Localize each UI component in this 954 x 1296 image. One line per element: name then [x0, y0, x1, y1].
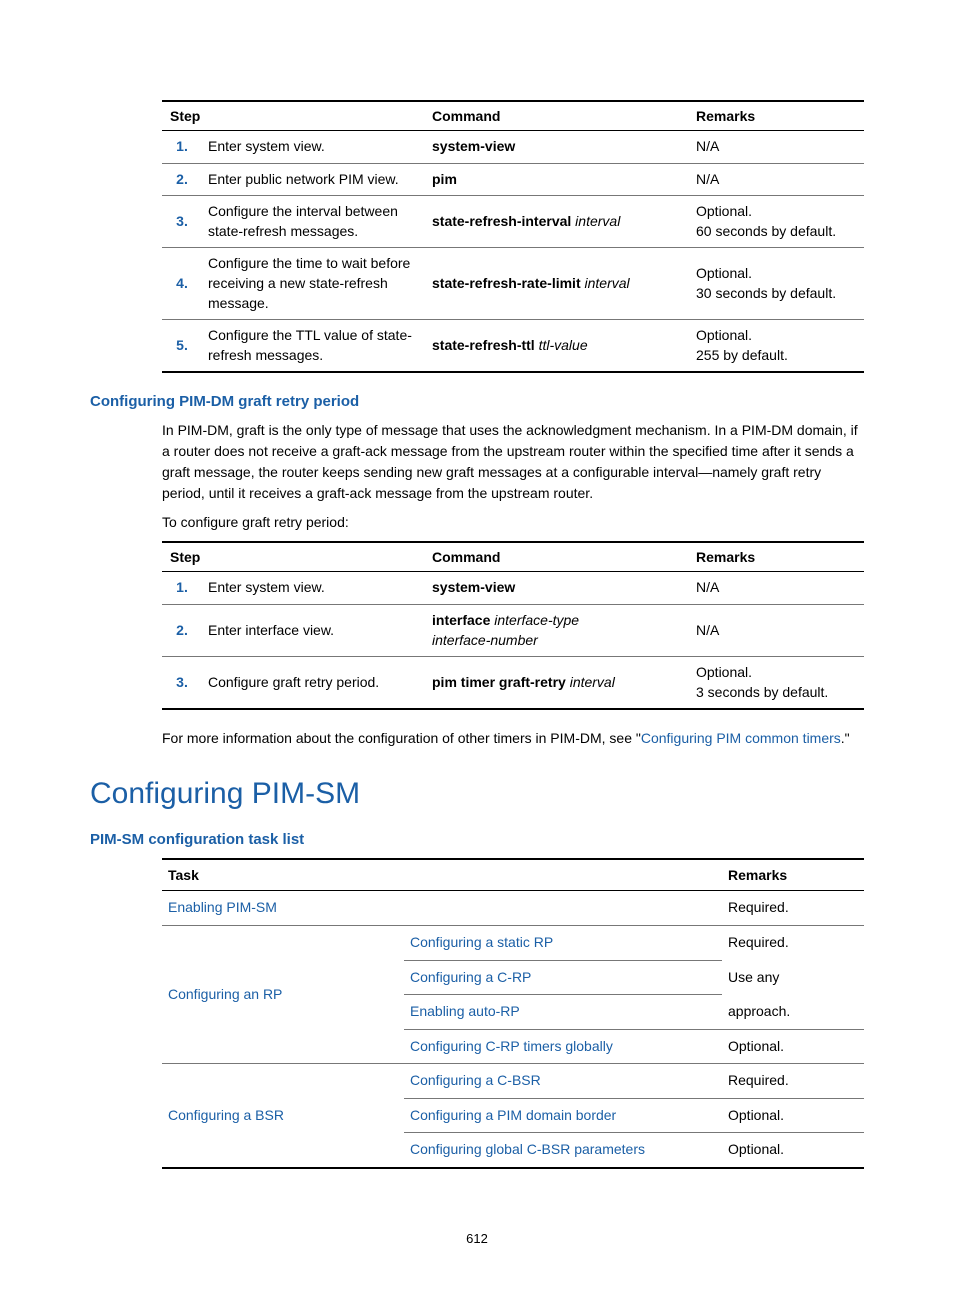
graft-retry-desc: In PIM-DM, graft is the only type of mes…	[162, 420, 864, 504]
table1-container: Step Command Remarks 1. Enter system vie…	[162, 100, 864, 373]
col-remarks: Remarks	[688, 542, 864, 572]
table-row: 1. Enter system view. system-view N/A	[162, 572, 864, 605]
page-number: 612	[0, 1231, 954, 1246]
col-step: Step	[162, 542, 424, 572]
configuring-pim-domain-border-link[interactable]: Configuring a PIM domain border	[410, 1107, 616, 1123]
table-row: Configuring an RP Configuring a static R…	[162, 925, 864, 960]
col-remarks: Remarks	[688, 101, 864, 131]
graft-retry-table: Step Command Remarks 1. Enter system vie…	[162, 541, 864, 710]
table-row: 3. Configure graft retry period. pim tim…	[162, 657, 864, 710]
col-remarks: Remarks	[722, 859, 864, 891]
table-row: 2. Enter interface view. interface inter…	[162, 604, 864, 656]
configuring-global-c-bsr-link[interactable]: Configuring global C-BSR parameters	[410, 1141, 645, 1157]
configuring-c-rp-link[interactable]: Configuring a C-RP	[410, 969, 531, 985]
table-row: 1. Enter system view. system-view N/A	[162, 131, 864, 164]
state-refresh-table: Step Command Remarks 1. Enter system vie…	[162, 100, 864, 373]
more-info-paragraph: For more information about the configura…	[162, 728, 864, 749]
enabling-auto-rp-link[interactable]: Enabling auto-RP	[410, 1003, 520, 1019]
configuring-c-rp-timers-link[interactable]: Configuring C-RP timers globally	[410, 1038, 613, 1054]
table3-container: Task Remarks Enabling PIM-SM Required. C…	[162, 858, 864, 1169]
task-list-heading: PIM-SM configuration task list	[90, 831, 864, 848]
configuring-c-bsr-link[interactable]: Configuring a C-BSR	[410, 1072, 541, 1088]
configuring-pim-sm-heading: Configuring PIM-SM	[90, 777, 864, 811]
common-timers-link[interactable]: Configuring PIM common timers	[641, 730, 841, 746]
table-row: 3. Configure the interval between state-…	[162, 196, 864, 248]
table-row: 2. Enter public network PIM view. pim N/…	[162, 163, 864, 196]
col-task: Task	[162, 859, 722, 891]
configuring-a-bsr-link[interactable]: Configuring a BSR	[168, 1107, 284, 1123]
configuring-an-rp-link[interactable]: Configuring an RP	[168, 986, 282, 1002]
col-command: Command	[424, 542, 688, 572]
graft-retry-intro: To configure graft retry period:	[162, 512, 864, 533]
table-row: 5. Configure the TTL value of state-refr…	[162, 320, 864, 373]
table-row: 4. Configure the time to wait before rec…	[162, 248, 864, 320]
table-row: Enabling PIM-SM Required.	[162, 891, 864, 926]
enabling-pim-sm-link[interactable]: Enabling PIM-SM	[168, 899, 277, 915]
table-row: Configuring a BSR Configuring a C-BSR Re…	[162, 1064, 864, 1099]
table2-container: Step Command Remarks 1. Enter system vie…	[162, 541, 864, 710]
col-command: Command	[424, 101, 688, 131]
configuring-static-rp-link[interactable]: Configuring a static RP	[410, 934, 553, 950]
document-page: Step Command Remarks 1. Enter system vie…	[0, 0, 954, 1296]
task-list-table: Task Remarks Enabling PIM-SM Required. C…	[162, 858, 864, 1169]
col-step: Step	[162, 101, 424, 131]
graft-retry-heading: Configuring PIM-DM graft retry period	[90, 393, 864, 410]
